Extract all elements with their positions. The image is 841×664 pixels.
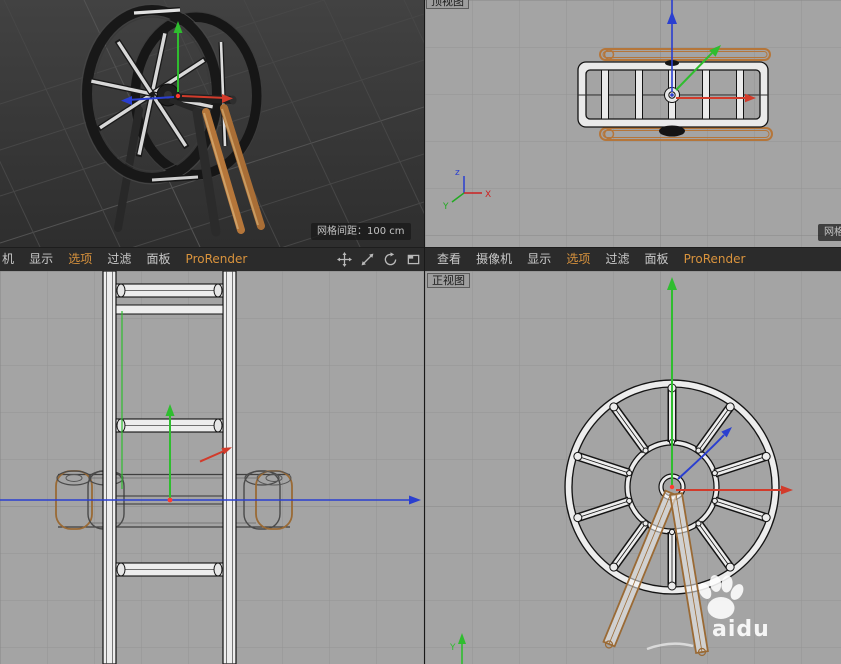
world-y-label: Y bbox=[449, 643, 456, 653]
menubar-left: 机 显示 选项 过滤 面板 ProRender bbox=[0, 248, 426, 272]
dolly-icon[interactable] bbox=[360, 252, 375, 267]
menu-item-display-right[interactable]: 显示 bbox=[527, 248, 551, 271]
viewport-menubar: 机 显示 选项 过滤 面板 ProRender bbox=[0, 247, 841, 271]
menu-item-prorender-right[interactable]: ProRender bbox=[684, 248, 746, 271]
menu-item-display-left[interactable]: 显示 bbox=[29, 248, 53, 271]
menu-item-options-right[interactable]: 选项 bbox=[566, 248, 590, 271]
grid-spacing-badge: 网格间距：100 cm bbox=[311, 223, 411, 240]
grid-spacing-badge-clipped: 网格 bbox=[818, 224, 841, 241]
menu-item-camera[interactable]: 摄像机 bbox=[476, 248, 512, 271]
reel-model-top[interactable] bbox=[578, 49, 772, 140]
viewport-perspective-canvas[interactable] bbox=[0, 0, 424, 247]
viewport-side[interactable] bbox=[0, 271, 424, 664]
viewport-front-label: 正视图 bbox=[427, 273, 470, 288]
menubar-right: 查看 摄像机 显示 选项 过滤 面板 ProRender bbox=[425, 248, 841, 272]
menu-item-options-left[interactable]: 选项 bbox=[68, 248, 92, 271]
viewport-perspective[interactable]: 网格间距：100 cm bbox=[0, 0, 424, 247]
menu-item-panel-right[interactable]: 面板 bbox=[645, 248, 669, 271]
hub-bearing-bottom bbox=[659, 126, 685, 137]
tripod-x-label: X bbox=[485, 190, 491, 200]
menu-item-view[interactable]: 查看 bbox=[437, 248, 461, 271]
viewport-split-divider[interactable] bbox=[424, 0, 425, 664]
viewport-top-label: 顶视图 bbox=[426, 0, 469, 9]
viewport-side-canvas[interactable] bbox=[0, 271, 424, 664]
side-grid-major bbox=[0, 271, 424, 664]
tripod-z-label: z bbox=[455, 168, 460, 178]
viewport-front-canvas[interactable]: Y bbox=[425, 271, 841, 664]
viewport-top-canvas[interactable]: z Y X bbox=[425, 0, 841, 247]
view-tools bbox=[334, 252, 421, 271]
menu-item-camera-clipped[interactable]: 机 bbox=[2, 248, 14, 271]
viewport-front[interactable]: Y 正视图 aidu bbox=[425, 271, 841, 664]
tripod-y-label: Y bbox=[442, 202, 449, 212]
menu-item-filter-left[interactable]: 过滤 bbox=[107, 248, 131, 271]
menu-item-panel-left[interactable]: 面板 bbox=[146, 248, 170, 271]
menu-item-prorender-left[interactable]: ProRender bbox=[186, 248, 248, 271]
viewport-top[interactable]: z Y X 顶视图 网格 bbox=[425, 0, 841, 247]
rotate-icon[interactable] bbox=[383, 252, 398, 267]
c4d-four-view-workspace: 网格间距：100 cm bbox=[0, 0, 841, 664]
pan-icon[interactable] bbox=[337, 252, 352, 267]
menu-item-filter-right[interactable]: 过滤 bbox=[605, 248, 629, 271]
watermark-text: aidu bbox=[712, 617, 770, 642]
toggle-view-icon[interactable] bbox=[406, 252, 421, 267]
